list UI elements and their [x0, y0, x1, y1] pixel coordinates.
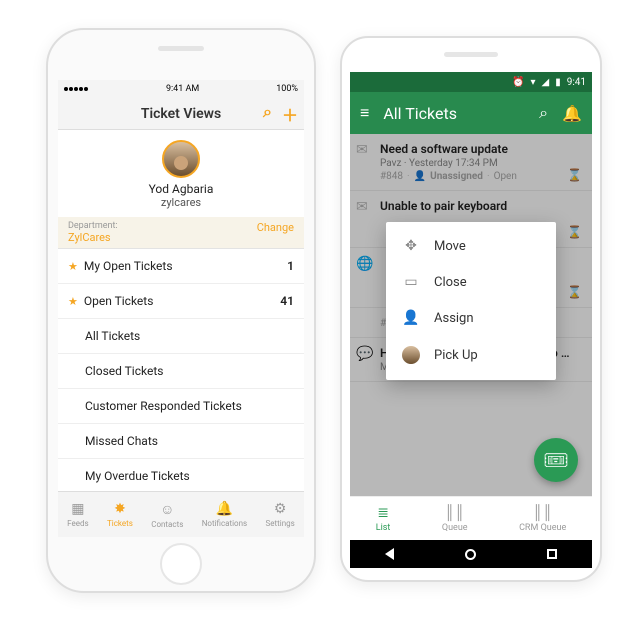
fab-new-ticket[interactable]: 🎟: [534, 438, 578, 482]
tab-label: Tickets: [107, 519, 133, 528]
ios-status-time: 9:41 AM: [166, 84, 199, 94]
tickets-icon: ✸: [114, 501, 126, 517]
tab-feeds[interactable]: ▦ Feeds: [67, 501, 88, 528]
close-ticket-icon: ▭: [402, 274, 420, 290]
bottom-tab-list[interactable]: ≣ List: [376, 505, 391, 533]
view-count: 1: [287, 259, 294, 273]
department-value: ZylCares: [68, 231, 111, 244]
back-icon[interactable]: [385, 548, 394, 560]
view-row-all[interactable]: All Tickets: [58, 319, 304, 354]
queue-icon: ║║: [445, 504, 465, 521]
signal-icon: ◢: [541, 77, 549, 88]
recents-icon[interactable]: [547, 549, 557, 559]
alarm-icon: ⏰: [512, 77, 524, 88]
change-department-button[interactable]: Change: [257, 221, 294, 244]
iphone-device: 9:41 AM 100% Ticket Views ⌕ ＋ Yod Agbari…: [46, 28, 316, 593]
tab-label: Feeds: [67, 519, 88, 528]
bell-icon: 🔔: [216, 501, 233, 517]
move-icon: ✥: [402, 238, 420, 254]
view-row-my-overdue[interactable]: My Overdue Tickets: [58, 459, 304, 494]
menu-item-pickup[interactable]: Pick Up: [386, 336, 556, 374]
menu-label: Close: [434, 275, 467, 290]
view-label: Customer Responded Tickets: [85, 399, 242, 413]
views-list: ★ My Open Tickets 1 ★ Open Tickets 41 All …: [58, 249, 304, 529]
view-label: Open Tickets: [84, 294, 154, 308]
star-icon: ★: [68, 260, 78, 273]
view-row-open[interactable]: ★ Open Tickets 41: [58, 284, 304, 319]
menu-item-move[interactable]: ✥ Move: [386, 228, 556, 264]
page-title: Ticket Views: [141, 106, 221, 122]
signal-dots-icon: [64, 84, 89, 94]
menu-item-assign[interactable]: 👤 Assign: [386, 300, 556, 336]
feeds-icon: ▦: [71, 501, 84, 517]
home-button[interactable]: [160, 543, 202, 585]
ticket-plus-icon: 🎟: [543, 448, 568, 472]
bell-icon[interactable]: 🔔: [562, 104, 582, 123]
menu-label: Move: [434, 239, 466, 254]
action-menu: ✥ Move ▭ Close 👤 Assign Pick Up: [386, 222, 556, 380]
department-row: Department: ZylCares Change: [58, 217, 304, 249]
view-label: My Open Tickets: [84, 259, 173, 273]
star-icon: ★: [68, 295, 78, 308]
profile-org: zylcares: [58, 196, 304, 209]
tab-notifications[interactable]: 🔔 Notifications: [202, 501, 247, 528]
ios-status-battery: 100%: [276, 84, 298, 94]
android-status-time: 9:41: [567, 77, 586, 88]
ios-status-bar: 9:41 AM 100%: [58, 80, 304, 98]
android-status-bar: ⏰ ▾ ◢ ▮ 9:41: [350, 72, 592, 92]
department-label: Department:: [68, 221, 118, 231]
android-speaker: [444, 52, 498, 57]
list-icon: ≣: [377, 505, 389, 521]
ios-header: Ticket Views ⌕ ＋: [58, 98, 304, 130]
view-label: Missed Chats: [85, 434, 158, 448]
add-icon[interactable]: ＋: [282, 102, 298, 126]
menu-label: Assign: [434, 311, 474, 326]
view-label: My Overdue Tickets: [85, 469, 190, 483]
view-count: 41: [280, 294, 294, 308]
bottom-tab-label: CRM Queue: [519, 523, 566, 533]
tab-label: Settings: [266, 519, 295, 528]
battery-icon: ▮: [555, 77, 561, 88]
android-device: ⏰ ▾ ◢ ▮ 9:41 ≡ All Tickets ⌕ 🔔 ✉ Need a …: [340, 36, 602, 582]
gear-icon: ⚙: [274, 501, 287, 517]
android-app-bar: ≡ All Tickets ⌕ 🔔: [350, 92, 592, 134]
bottom-tab-label: List: [376, 523, 391, 533]
view-row-my-open[interactable]: ★ My Open Tickets 1: [58, 249, 304, 284]
bottom-tab-label: Queue: [442, 523, 468, 533]
tab-label: Contacts: [151, 520, 183, 529]
android-screen: ⏰ ▾ ◢ ▮ 9:41 ≡ All Tickets ⌕ 🔔 ✉ Need a …: [350, 72, 592, 568]
avatar-icon: [402, 346, 420, 364]
profile-name: Yod Agbaria: [58, 182, 304, 196]
tab-settings[interactable]: ⚙ Settings: [266, 501, 295, 528]
bottom-tab-queue[interactable]: ║║ Queue: [442, 504, 468, 533]
view-label: All Tickets: [85, 329, 140, 343]
tab-tickets[interactable]: ✸ Tickets: [107, 501, 133, 528]
view-row-cust-responded[interactable]: Customer Responded Tickets: [58, 389, 304, 424]
menu-item-close[interactable]: ▭ Close: [386, 264, 556, 300]
search-icon[interactable]: ⌕: [539, 103, 548, 123]
tab-label: Notifications: [202, 519, 247, 528]
home-icon[interactable]: [465, 549, 476, 560]
search-icon[interactable]: ⌕: [263, 102, 272, 126]
contacts-icon: ☺: [160, 501, 174, 518]
menu-label: Pick Up: [434, 348, 478, 363]
hamburger-icon[interactable]: ≡: [360, 103, 369, 123]
wifi-icon: ▾: [530, 77, 535, 88]
bottom-tab-crm-queue[interactable]: ║║ CRM Queue: [519, 504, 566, 533]
iphone-speaker: [158, 46, 204, 51]
profile-block: Yod Agbaria zylcares: [58, 130, 304, 217]
assign-icon: 👤: [402, 310, 420, 326]
view-label: Closed Tickets: [85, 364, 163, 378]
view-row-closed[interactable]: Closed Tickets: [58, 354, 304, 389]
ios-screen: 9:41 AM 100% Ticket Views ⌕ ＋ Yod Agbari…: [58, 80, 304, 537]
crm-queue-icon: ║║: [533, 504, 553, 521]
ios-tab-bar: ▦ Feeds ✸ Tickets ☺ Contacts 🔔 Notifications…: [58, 491, 304, 537]
android-bottom-tabs: ≣ List ║║ Queue ║║ CRM Queue: [350, 496, 592, 540]
avatar[interactable]: [162, 140, 200, 178]
tab-contacts[interactable]: ☺ Contacts: [151, 501, 183, 529]
page-title: All Tickets: [383, 104, 525, 123]
view-row-missed-chats[interactable]: Missed Chats: [58, 424, 304, 459]
android-nav-bar: [350, 540, 592, 568]
